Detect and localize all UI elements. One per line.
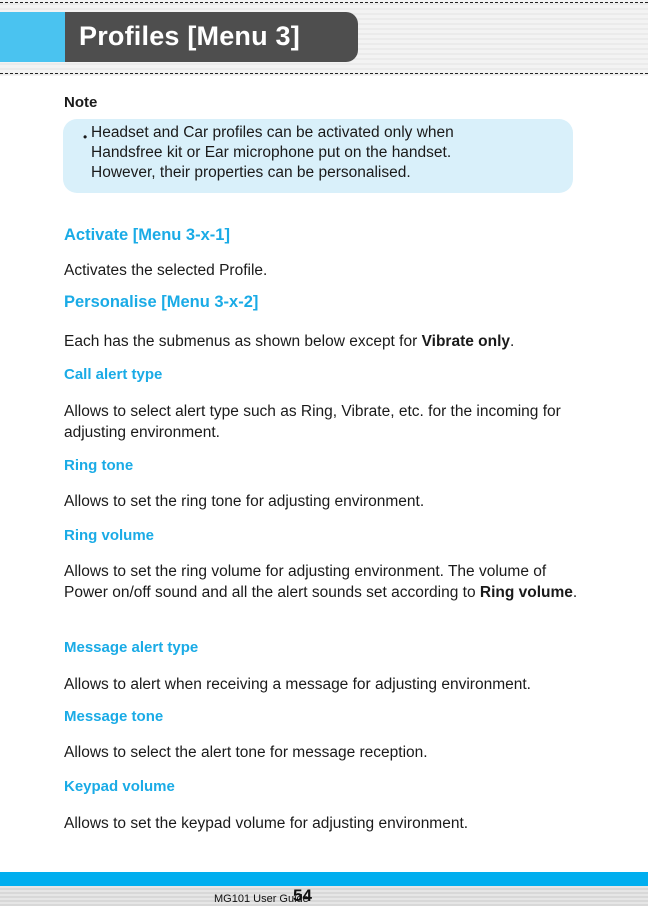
body-ring-volume-text: Allows to set the ring volume for adjust… [64,563,547,601]
body-ring-volume-bold: Ring volume [479,584,573,601]
heading-message-alert-type: Message alert type [64,639,199,656]
note-text: • Headset and Car profiles can be activat… [83,123,454,183]
header-bottom-divider [0,73,648,74]
header-top-divider [0,2,648,3]
note-box: • Headset and Car profiles can be activat… [63,119,573,193]
body-ring-volume-end: . [572,584,578,601]
note-body: Headset and Car profiles can be activate… [91,124,454,181]
page-title: Profiles [Menu 3] [79,21,300,51]
body-personalise: Each has the submenus as shown below exc… [64,331,584,352]
body-personalise-bold: Vibrate only [421,333,511,350]
body-personalise-text: Each has the submenus as shown below exc… [64,333,422,350]
footer-band [0,886,648,906]
footer-accent-band [0,872,648,886]
bullet-icon: • [83,130,88,144]
body-ring-volume: Allows to set the ring volume for adjust… [64,561,584,603]
note-label: Note [64,94,98,111]
body-activate: Activates the selected Profile. [64,262,268,279]
heading-message-tone: Message tone [64,708,164,725]
body-message-alert-type: Allows to alert when receiving a message… [64,676,531,693]
heading-personalise: Personalise [Menu 3-x-2] [64,293,259,311]
heading-activate: Activate [Menu 3-x-1] [64,226,230,244]
heading-call-alert-type: Call alert type [64,366,163,383]
heading-ring-tone: Ring tone [64,457,134,474]
page-number: 54 [293,886,312,905]
body-personalise-end: . [510,333,515,350]
heading-ring-volume: Ring volume [64,527,155,544]
header-accent-block [0,12,65,62]
body-call-alert-type: Allows to select alert type such as Ring… [64,403,561,441]
body-message-tone: Allows to select the alert tone for mess… [64,744,428,761]
body-keypad-volume: Allows to set the keypad volume for adju… [64,815,469,832]
heading-keypad-volume: Keypad volume [64,778,175,795]
header-title-box: Profiles [Menu 3] [65,12,358,62]
body-ring-tone: Allows to set the ring tone for adjustin… [64,493,425,510]
